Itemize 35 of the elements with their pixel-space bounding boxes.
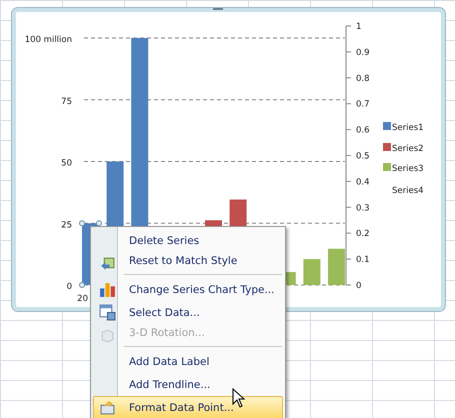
menu-item[interactable]: Add Trendline... [93,373,283,396]
legend-label: Series2 [392,144,424,154]
bar-chart-icon [99,281,116,298]
axis-label: 0.1 [356,255,370,266]
axis-label: 100 million [24,35,72,45]
legend-label: Series4 [392,186,424,196]
axis-label: 0.6 [356,126,370,136]
axis-label: 50 [61,158,72,168]
axis-label: 0 [66,282,72,292]
axis-label: 0.8 [356,74,370,84]
axis-label: 0.2 [356,229,370,240]
table-icon [99,304,116,321]
menu-item[interactable]: Select Data... [93,301,283,324]
axis-label: 0.5 [356,152,370,162]
selection-handles[interactable] [79,220,102,288]
axis-label: 0.7 [356,100,370,110]
axis-label: 0 [356,281,362,291]
menu-item[interactable]: Format Data Point... [93,396,283,418]
axis-label: 0.9 [356,48,370,58]
mouse-pointer-icon [232,388,246,408]
menu-item[interactable]: Change Series Chart Type... [93,278,283,301]
cube-icon [99,327,116,344]
legend-label: Series3 [392,164,424,174]
format-icon [99,399,116,416]
reset-icon [99,255,116,272]
legend-label: Series1 [392,123,424,133]
resize-handle-icon[interactable] [213,8,223,10]
axis-label: 75 [61,96,72,107]
category-label: 20 [77,294,88,304]
menu-item[interactable]: Add Data Label [93,350,283,373]
menu-item[interactable]: Delete Series [93,229,283,252]
axis-label: 0.3 [356,203,370,214]
axis-label: 1 [356,22,362,32]
axis-label: 25 [61,220,72,230]
axis-label: 0.4 [356,177,370,188]
